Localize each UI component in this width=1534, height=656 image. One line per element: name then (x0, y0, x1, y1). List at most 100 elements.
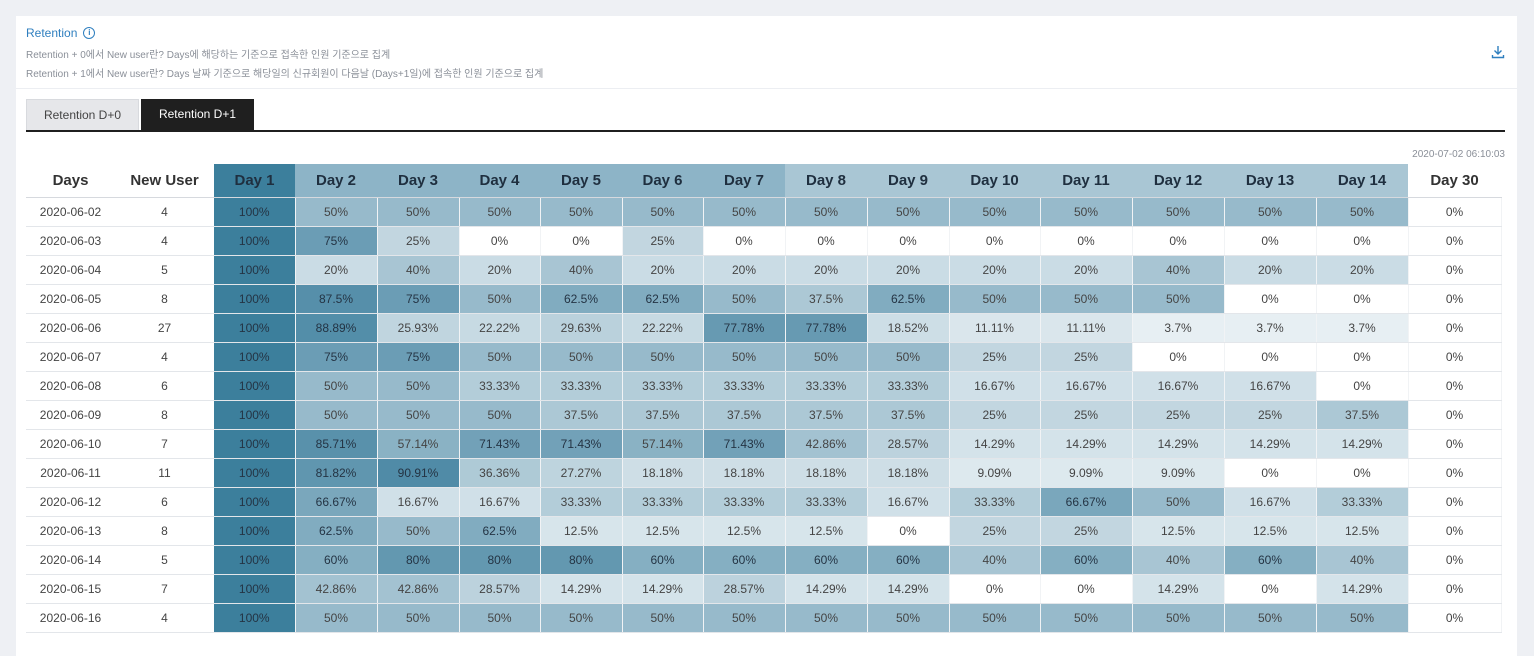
retention-cell: 66.67% (295, 487, 378, 517)
retention-cell: 75% (377, 342, 460, 372)
column-header[interactable]: Day 1 (214, 164, 295, 198)
panel-header: Retention i Retention + 0에서 New user란? D… (16, 16, 1517, 89)
retention-cell: 87.5% (295, 284, 378, 314)
retention-table: Days New User Day 1 Day 2 Day 3 Day 4 Day 5 Day… (26, 164, 1502, 633)
retention-cell: 33.33% (540, 371, 623, 401)
retention-cell: 100% (214, 371, 296, 401)
retention-cell: 62.5% (540, 284, 623, 314)
retention-cell: 22.22% (622, 313, 704, 343)
column-header[interactable]: Day 7 (703, 164, 785, 198)
row-date: 2020-06-10 (26, 429, 115, 459)
column-header[interactable]: Day 3 (377, 164, 459, 198)
retention-cell: 50% (459, 342, 541, 372)
row-date: 2020-06-02 (26, 197, 115, 227)
retention-cell: 50% (703, 284, 786, 314)
column-header[interactable]: Day 8 (785, 164, 867, 198)
retention-cell: 50% (1040, 603, 1133, 633)
retention-cell: 29.63% (540, 313, 623, 343)
retention-cell: 50% (1316, 197, 1409, 227)
column-header[interactable]: Day 9 (867, 164, 949, 198)
column-header[interactable]: Day 30 (1408, 164, 1501, 198)
retention-cell: 25% (1040, 400, 1133, 430)
retention-cell: 50% (867, 197, 950, 227)
column-header[interactable]: Day 2 (295, 164, 377, 198)
retention-cell: 50% (785, 603, 868, 633)
download-icon[interactable] (1491, 45, 1505, 59)
retention-cell: 0% (949, 226, 1041, 256)
table-row: 2020-06-11 11 100% 81.82% 90.91% 36.36% 27.27%… (26, 458, 1502, 488)
column-header[interactable]: New User (115, 164, 214, 198)
retention-cell: 25% (949, 400, 1041, 430)
retention-cell: 100% (214, 574, 296, 604)
retention-cell: 50% (622, 603, 704, 633)
retention-cell: 50% (1224, 603, 1317, 633)
retention-cell: 11.11% (949, 313, 1041, 343)
column-header[interactable]: Day 10 (949, 164, 1040, 198)
retention-cell: 16.67% (377, 487, 460, 517)
retention-cell: 100% (214, 226, 296, 256)
retention-cell: 100% (214, 255, 296, 285)
retention-cell: 16.67% (1224, 371, 1317, 401)
column-header[interactable]: Day 13 (1224, 164, 1316, 198)
retention-cell: 88.89% (295, 313, 378, 343)
row-new-users: 6 (115, 371, 214, 401)
retention-cell: 50% (703, 603, 786, 633)
tab-retention-d0[interactable]: Retention D+0 (26, 99, 139, 130)
column-header[interactable]: Day 12 (1132, 164, 1224, 198)
retention-cell: 20% (785, 255, 868, 285)
row-date: 2020-06-07 (26, 342, 115, 372)
retention-cell: 3.7% (1224, 313, 1317, 343)
row-new-users: 5 (115, 545, 214, 575)
retention-cell: 0% (1408, 342, 1502, 372)
row-new-users: 27 (115, 313, 214, 343)
retention-cell: 100% (214, 429, 296, 459)
retention-cell: 14.29% (785, 574, 868, 604)
retention-cell: 25.93% (377, 313, 460, 343)
retention-cell: 50% (377, 400, 460, 430)
retention-cell: 3.7% (1132, 313, 1225, 343)
retention-cell: 12.5% (540, 516, 623, 546)
retention-cell: 18.18% (622, 458, 704, 488)
retention-cell: 50% (459, 197, 541, 227)
retention-cell: 0% (1408, 603, 1502, 633)
row-date: 2020-06-04 (26, 255, 115, 285)
tab-retention-d1[interactable]: Retention D+1 (141, 99, 254, 130)
column-header[interactable]: Day 5 (540, 164, 622, 198)
retention-cell: 50% (540, 603, 623, 633)
retention-cell: 33.33% (785, 371, 868, 401)
retention-cell: 25% (1040, 342, 1133, 372)
retention-cell: 50% (540, 197, 623, 227)
column-header[interactable]: Days (26, 164, 115, 198)
row-new-users: 7 (115, 429, 214, 459)
retention-cell: 60% (703, 545, 786, 575)
retention-cell: 0% (1040, 226, 1133, 256)
retention-cell: 50% (377, 197, 460, 227)
retention-cell: 0% (1132, 226, 1225, 256)
table-row: 2020-06-14 5 100% 60% 80% 80% 80% 60% 60% 60% 60% 4… (26, 545, 1502, 575)
column-header[interactable]: Day 4 (459, 164, 540, 198)
retention-cell: 25% (1224, 400, 1317, 430)
retention-cell: 50% (1040, 284, 1133, 314)
retention-cell: 40% (377, 255, 460, 285)
title-row: Retention i (26, 26, 96, 40)
retention-cell: 50% (867, 342, 950, 372)
retention-cell: 50% (949, 603, 1041, 633)
retention-cell: 37.5% (785, 400, 868, 430)
retention-cell: 3.7% (1316, 313, 1409, 343)
info-circle-icon[interactable]: i (83, 27, 96, 39)
retention-cell: 0% (1224, 574, 1317, 604)
row-date: 2020-06-06 (26, 313, 115, 343)
retention-cell: 60% (1224, 545, 1317, 575)
column-header[interactable]: Day 11 (1040, 164, 1132, 198)
retention-cell: 25% (1040, 516, 1133, 546)
table-row: 2020-06-08 6 100% 50% 50% 33.33% 33.33% 33.33% 3… (26, 371, 1502, 401)
retention-cell: 14.29% (1316, 574, 1409, 604)
retention-cell: 60% (622, 545, 704, 575)
column-header[interactable]: Day 6 (622, 164, 703, 198)
retention-cell: 33.33% (949, 487, 1041, 517)
column-header[interactable]: Day 14 (1316, 164, 1408, 198)
retention-cell: 50% (540, 342, 623, 372)
retention-cell: 0% (1408, 400, 1502, 430)
retention-cell: 11.11% (1040, 313, 1133, 343)
retention-cell: 0% (1408, 516, 1502, 546)
